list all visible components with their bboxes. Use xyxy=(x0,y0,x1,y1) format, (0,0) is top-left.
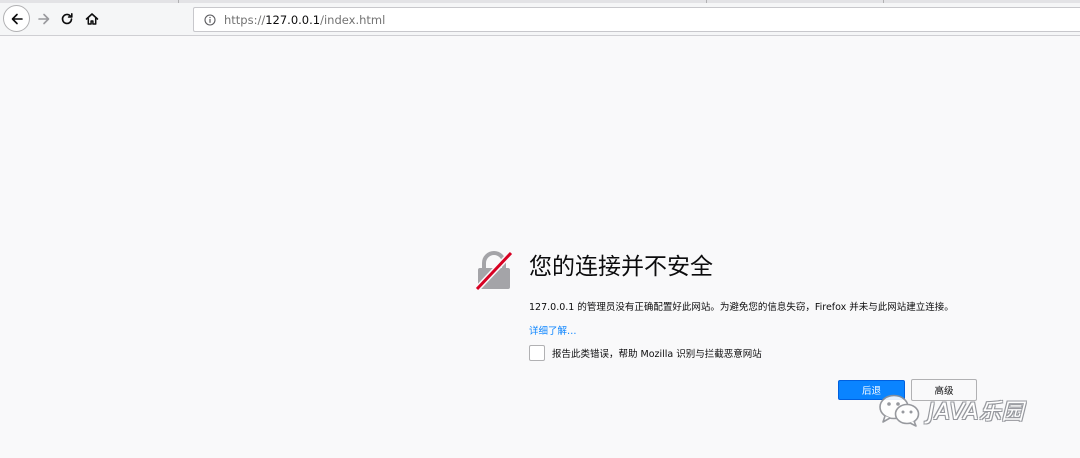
watermark-text: JAVA乐园 xyxy=(928,400,1025,425)
back-button[interactable] xyxy=(3,5,30,32)
arrow-left-icon xyxy=(11,13,23,24)
reload-button[interactable] xyxy=(54,6,80,32)
arrow-right-icon xyxy=(38,13,50,25)
url-scheme: https:// xyxy=(224,12,266,27)
report-error-checkbox[interactable] xyxy=(529,345,545,361)
broken-lock-icon xyxy=(474,251,514,291)
wechat-icon xyxy=(879,394,920,427)
error-description: 127.0.0.1 的管理员没有正确配置好此网站。为避免您的信息失窃，Firef… xyxy=(529,302,954,313)
url-text[interactable]: https://127.0.0.1/index.html xyxy=(224,13,385,27)
reload-icon xyxy=(61,13,73,25)
nav-toolbar: https://127.0.0.1/index.html xyxy=(0,3,1080,36)
home-icon xyxy=(85,13,99,25)
learn-more-link[interactable]: 详细了解… xyxy=(529,323,577,337)
address-bar[interactable]: https://127.0.0.1/index.html xyxy=(193,7,1080,32)
error-title: 您的连接并不安全 xyxy=(529,254,713,280)
report-error-label[interactable]: 报告此类错误，帮助 Mozilla 识别与拦截恶意网站 xyxy=(552,346,762,360)
url-path: /index.html xyxy=(320,12,386,27)
home-button[interactable] xyxy=(79,6,105,32)
watermark: JAVA乐园 xyxy=(878,392,1024,428)
report-error-row: 报告此类错误，帮助 Mozilla 识别与拦截恶意网站 xyxy=(529,345,762,361)
site-info-icon[interactable] xyxy=(204,13,216,26)
url-host: 127.0.0.1 xyxy=(265,12,321,27)
